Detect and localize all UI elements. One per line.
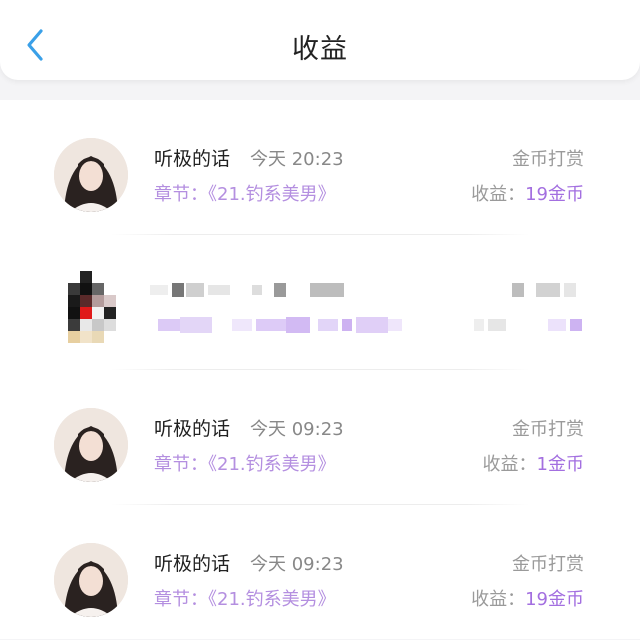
user-name: 听极的话 <box>154 148 231 170</box>
chapter-title: 《21.钓系美男》 <box>208 454 336 475</box>
user-avatar <box>54 138 128 212</box>
earning-type: 金币打赏 <box>512 149 584 170</box>
chapter-info: 章节：《21.钓系美男》 <box>154 450 336 476</box>
pixelated-purple-line <box>158 317 582 333</box>
pixelated-avatar <box>68 271 116 343</box>
earning-value: 19金币 <box>525 589 584 610</box>
earning-value: 19金币 <box>525 184 584 205</box>
timestamp: 今天 20:23 <box>250 149 344 170</box>
page-title: 收益 <box>292 33 348 65</box>
earning-label: 收益： <box>471 184 526 205</box>
list-item-obscured[interactable] <box>0 235 640 370</box>
pixelated-text-line <box>150 283 576 297</box>
earning-type: 金币打赏 <box>512 554 584 575</box>
chapter-info: 章节：《21.钓系美男》 <box>154 180 336 206</box>
earning-amount: 收益：19金币 <box>471 585 584 611</box>
earning-amount: 收益：1金币 <box>483 450 584 476</box>
chapter-label: 章节： <box>154 184 208 205</box>
earning-type: 金币打赏 <box>512 419 584 440</box>
earning-label: 收益： <box>471 589 526 610</box>
chapter-info: 章节：《21.钓系美男》 <box>154 585 336 611</box>
chapter-label: 章节： <box>154 589 208 610</box>
earning-label: 收益： <box>482 454 537 475</box>
earning-value: 1金币 <box>536 454 584 475</box>
chapter-title: 《21.钓系美男》 <box>208 184 336 205</box>
user-name: 听极的话 <box>154 553 231 575</box>
user-avatar <box>54 408 128 482</box>
chapter-label: 章节： <box>154 454 208 475</box>
timestamp: 今天 09:23 <box>250 554 344 575</box>
list-item[interactable]: 听极的话 今天 09:23 金币打赏 章节：《21.钓系美男》 收益：19金币 <box>0 505 640 640</box>
user-avatar <box>54 543 128 617</box>
earning-amount: 收益：19金币 <box>471 180 584 206</box>
timestamp: 今天 09:23 <box>250 419 344 440</box>
chapter-title: 《21.钓系美男》 <box>208 589 336 610</box>
user-name: 听极的话 <box>154 418 231 440</box>
list-item[interactable]: 听极的话 今天 09:23 金币打赏 章节：《21.钓系美男》 收益：1金币 <box>0 370 640 505</box>
list-item[interactable]: 听极的话 今天 20:23 金币打赏 章节：《21.钓系美男》 收益：19金币 <box>0 100 640 235</box>
earnings-list: 听极的话 今天 20:23 金币打赏 章节：《21.钓系美男》 收益：19金币 <box>0 100 640 639</box>
